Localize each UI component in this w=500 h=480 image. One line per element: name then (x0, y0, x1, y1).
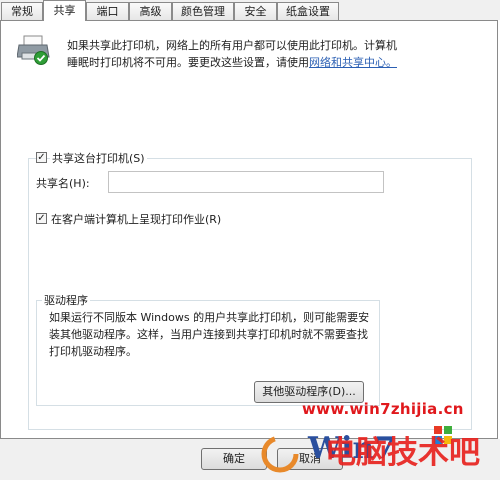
shared-printer-icon (17, 35, 50, 65)
share-name-label: 共享名(H): (36, 177, 90, 190)
render-jobs-label: 在客户端计算机上呈现打印作业(R) (51, 213, 222, 226)
sharing-description-line1: 如果共享此打印机，网络上的所有用户都可以使用此打印机。计算机 (67, 39, 397, 52)
drivers-description-line2: 装其他驱动程序。这样，当用户连接到共享打印机时就不需要查找 (49, 328, 368, 341)
drivers-description-line3: 打印机驱动程序。 (49, 345, 137, 358)
drivers-legend: 驱动程序 (42, 292, 90, 308)
refresh-icon (261, 435, 299, 473)
sharing-description-text: 睡眠时打印机将不可用。要更改这些设置，请使用 (67, 56, 309, 69)
tab-color-management[interactable]: 颜色管理 (172, 2, 234, 20)
tab-advanced[interactable]: 高级 (129, 2, 172, 20)
tab-strip: 常规 共享 端口 高级 颜色管理 安全 纸盒设置 (0, 0, 500, 21)
tab-ports[interactable]: 端口 (86, 2, 129, 20)
share-name-input[interactable] (108, 171, 384, 193)
watermark-url: www.win7zhijia.cn (302, 400, 464, 418)
watermark-brand: 电脑技术吧 (325, 435, 480, 471)
tab-general[interactable]: 常规 (1, 2, 43, 20)
tab-paper-tray[interactable]: 纸盒设置 (277, 2, 339, 20)
sharing-description-line2: 睡眠时打印机将不可用。要更改这些设置，请使用网络和共享中心。 (67, 54, 397, 70)
render-jobs-checkbox[interactable]: ✓ (36, 213, 47, 224)
share-printer-label: 共享这台打印机(S) (50, 150, 147, 166)
drivers-description-line1: 如果运行不同版本 Windows 的用户共享此打印机，则可能需要安 (49, 311, 370, 324)
share-printer-checkbox[interactable]: ✓ (36, 152, 47, 163)
tab-sharing[interactable]: 共享 (43, 0, 86, 21)
network-sharing-center-link[interactable]: 网络和共享中心。 (309, 56, 397, 69)
tab-security[interactable]: 安全 (234, 2, 277, 20)
